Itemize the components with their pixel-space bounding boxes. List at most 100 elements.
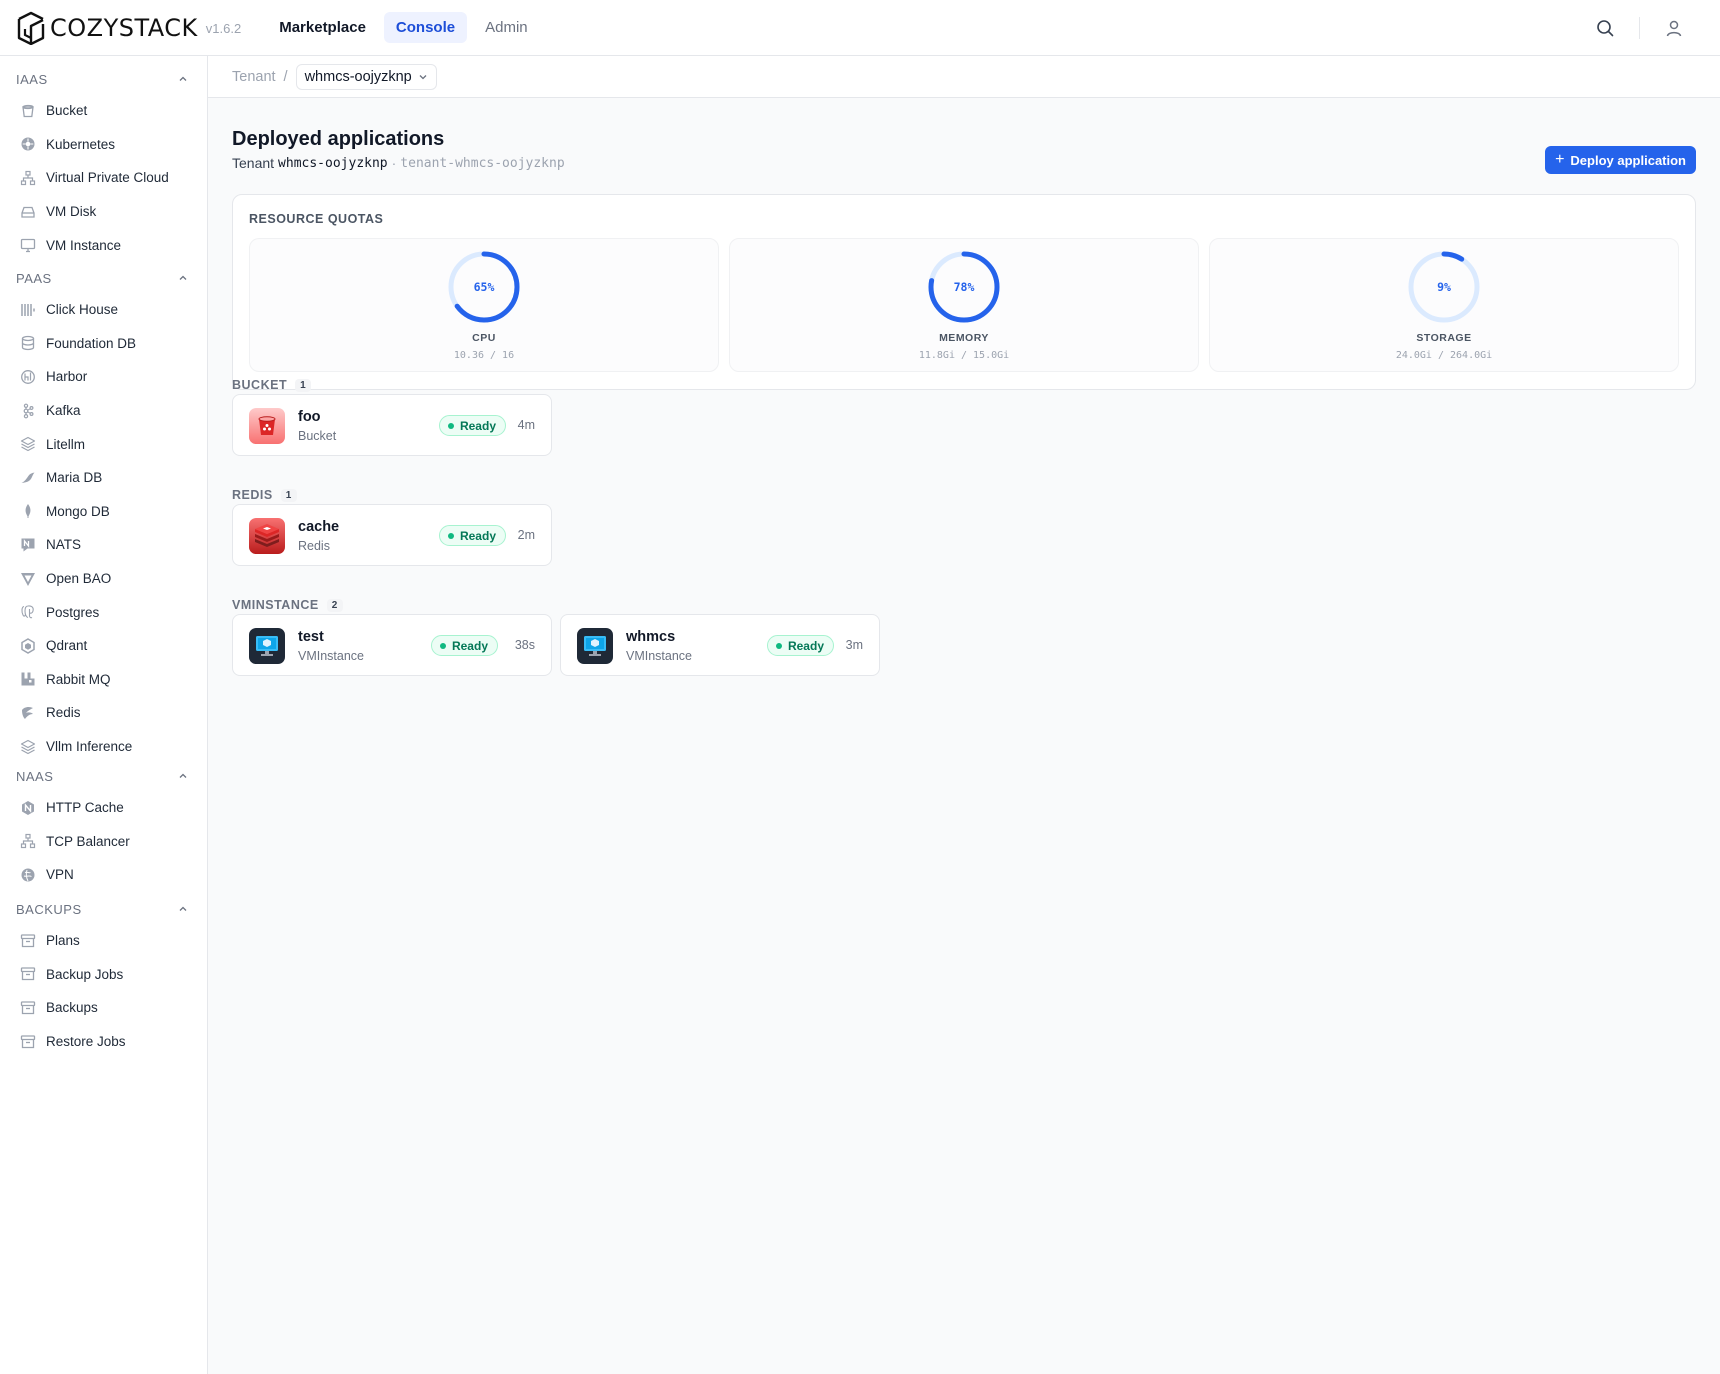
tenant-prefix: Tenant	[232, 155, 275, 171]
sidebar-item-vpn[interactable]: VPN	[0, 858, 207, 892]
app-kind: Redis	[298, 539, 330, 553]
postgres-icon	[20, 604, 36, 620]
resource-quotas-panel: RESOURCE QUOTAS 65% CPU 10.36 / 16 78% MEMOR…	[232, 194, 1696, 390]
tenant-namespace: tenant-whmcs-oojyzknp	[400, 155, 565, 171]
sidebar-item-litellm[interactable]: Litellm	[0, 427, 207, 461]
sidebar-item-restore-jobs[interactable]: Restore Jobs	[0, 1025, 207, 1059]
top-divider	[1639, 17, 1640, 39]
sidebar-section-header[interactable]: PAAS	[0, 263, 207, 293]
sidebar-item-rabbit-mq[interactable]: Rabbit MQ	[0, 663, 207, 697]
sidebar-section-header[interactable]: NAAS	[0, 761, 207, 791]
sidebar-item-label: Mongo DB	[46, 503, 110, 519]
brand[interactable]: COZYSTACK v1.6.2	[16, 11, 241, 45]
sidebar-item-http-cache[interactable]: HTTP Cache	[0, 791, 207, 825]
sidebar-item-label: Qdrant	[46, 638, 88, 654]
sidebar-item-label: Foundation DB	[46, 335, 137, 351]
sidebar-item-label: Backups	[46, 1000, 98, 1016]
sidebar-item-backup-jobs[interactable]: Backup Jobs	[0, 958, 207, 992]
app-kind: VMInstance	[626, 649, 693, 663]
app-card-whmcs[interactable]: whmcs VMInstance Ready 3m	[560, 614, 880, 676]
sidebar-section-header[interactable]: BACKUPS	[0, 894, 207, 924]
sidebar-item-label: Litellm	[46, 436, 86, 452]
bucket-icon	[20, 103, 36, 119]
status-text: Ready	[451, 638, 488, 653]
app-card-foo[interactable]: foo Bucket Ready 4m	[232, 394, 552, 456]
sidebar-item-nats[interactable]: NATS	[0, 528, 207, 562]
group-title: VMINSTANCE	[232, 598, 319, 612]
quota-value: 24.0Gi / 264.0Gi	[1395, 350, 1493, 361]
top-bar: COZYSTACK v1.6.2 Marketplace Console Adm…	[0, 0, 1720, 56]
status-badge: Ready	[438, 415, 506, 436]
sidebar-item-label: Redis	[46, 705, 81, 721]
group-count-badge: 1	[280, 488, 297, 502]
sidebar-item-label: Click House	[46, 302, 119, 318]
sidebar-item-postgres[interactable]: Postgres	[0, 595, 207, 629]
archive-icon	[20, 966, 36, 982]
chevron-down-icon	[419, 74, 427, 79]
app-card-test[interactable]: test VMInstance Ready 38s	[232, 614, 552, 676]
sidebar-item-vm-instance[interactable]: VM Instance	[0, 228, 207, 262]
nav-admin[interactable]: Admin	[473, 12, 540, 43]
sidebar-item-label: TCP Balancer	[46, 833, 130, 849]
sidebar-item-label: Postgres	[46, 604, 100, 620]
sidebar-item-vm-disk[interactable]: VM Disk	[0, 195, 207, 229]
search-icon[interactable]	[1595, 18, 1615, 38]
quota-ring: 78%	[926, 249, 1002, 325]
nav-marketplace[interactable]: Marketplace	[267, 12, 378, 43]
group-header-redis: REDIS 1	[232, 488, 297, 502]
deploy-application-label: Deploy application	[1570, 152, 1686, 168]
clickhouse-icon	[20, 302, 36, 318]
sidebar-item-mongo-db[interactable]: Mongo DB	[0, 495, 207, 529]
sidebar-item-redis[interactable]: Redis	[0, 696, 207, 730]
status-text: Ready	[459, 528, 496, 543]
sidebar-item-click-house[interactable]: Click House	[0, 293, 207, 327]
sidebar-item-qdrant[interactable]: Qdrant	[0, 629, 207, 663]
sidebar-item-tcp-balancer[interactable]: TCP Balancer	[0, 825, 207, 859]
sidebar-item-label: Harbor	[46, 369, 88, 385]
user-icon[interactable]	[1664, 18, 1684, 38]
app-name: test	[298, 629, 324, 645]
quota-label: CPU	[472, 332, 496, 344]
sidebar-item-label: HTTP Cache	[46, 800, 124, 816]
quota-card-storage: 9% STORAGE 24.0Gi / 264.0Gi	[1209, 238, 1679, 372]
quota-percent: 65%	[473, 280, 495, 294]
cozystack-logo-icon	[17, 11, 45, 45]
sidebar-item-open-bao[interactable]: Open BAO	[0, 562, 207, 596]
status-text: Ready	[459, 418, 496, 433]
sidebar-item-kafka[interactable]: Kafka	[0, 394, 207, 428]
breadcrumb-root[interactable]: Tenant	[232, 69, 276, 85]
group-title: REDIS	[232, 488, 273, 502]
sidebar-section-header[interactable]: IAAS	[0, 64, 207, 94]
tenant-selector[interactable]: whmcs-oojyzknp	[295, 63, 437, 90]
main-content: Tenant / whmcs-oojyzknp Deployed applica…	[208, 56, 1720, 1374]
layers-icon	[20, 739, 36, 755]
page-subtitle: Tenant whmcs-oojyzknp · tenant-whmcs-ooj…	[232, 155, 565, 171]
qdrant-icon	[20, 637, 36, 654]
sidebar-item-backups[interactable]: Backups	[0, 991, 207, 1025]
vpn-icon	[20, 867, 36, 883]
sidebar: IAAS Bucket Kubernetes Virtual Private Clou…	[0, 56, 208, 1374]
resource-quotas-title: RESOURCE QUOTAS	[249, 212, 384, 226]
deploy-application-button[interactable]: + Deploy application	[1545, 146, 1696, 174]
tenant-selector-value: whmcs-oojyzknp	[304, 68, 412, 85]
sidebar-item-kubernetes[interactable]: Kubernetes	[0, 128, 207, 162]
app-card-cache[interactable]: cache Redis Ready 2m	[232, 504, 552, 566]
sidebar-item-label: Rabbit MQ	[46, 671, 111, 687]
breadcrumb-separator: /	[283, 68, 288, 85]
sidebar-item-bucket[interactable]: Bucket	[0, 94, 207, 128]
sidebar-item-vllm-inference[interactable]: Vllm Inference	[0, 730, 207, 764]
sidebar-item-virtual-private-cloud[interactable]: Virtual Private Cloud	[0, 161, 207, 195]
sidebar-item-maria-db[interactable]: Maria DB	[0, 461, 207, 495]
sidebar-item-foundation-db[interactable]: Foundation DB	[0, 327, 207, 361]
brand-version: v1.6.2	[205, 21, 242, 36]
sidebar-item-label: Open BAO	[46, 571, 112, 587]
nav-console[interactable]: Console	[383, 12, 468, 43]
redis-app-icon	[249, 518, 285, 554]
openbao-icon	[20, 571, 36, 587]
group-header-vminstance: VMINSTANCE 2	[232, 598, 343, 612]
sidebar-item-plans[interactable]: Plans	[0, 924, 207, 958]
chevron-up-icon	[179, 76, 187, 81]
status-dot-icon	[439, 642, 446, 649]
sidebar-item-harbor[interactable]: Harbor	[0, 360, 207, 394]
sidebar-item-label: Backup Jobs	[46, 966, 124, 982]
